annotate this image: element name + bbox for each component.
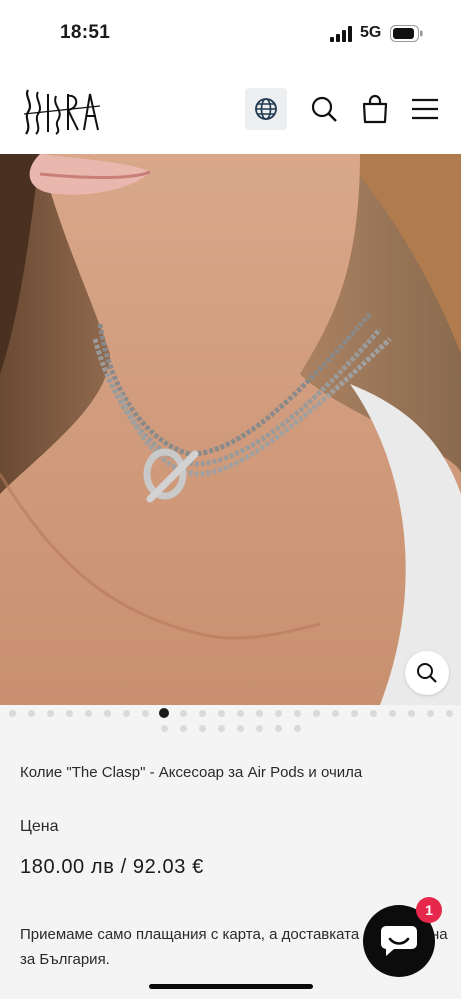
gallery-dot[interactable] xyxy=(445,709,453,717)
home-indicator xyxy=(149,984,313,989)
globe-icon xyxy=(255,98,277,120)
product-price: 180.00 лв / 92.03 € xyxy=(20,856,204,878)
status-bar: 18:51 5G xyxy=(0,0,461,70)
gallery-dot[interactable] xyxy=(293,725,301,732)
gallery-dot[interactable] xyxy=(103,709,111,717)
gallery-dot[interactable] xyxy=(369,709,377,717)
brand-logo[interactable] xyxy=(22,86,102,143)
gallery-dot[interactable] xyxy=(350,709,358,717)
gallery-dot[interactable] xyxy=(122,709,130,717)
gallery-dot[interactable] xyxy=(312,709,320,717)
gallery-dot[interactable] xyxy=(426,709,434,717)
menu-icon xyxy=(412,98,438,120)
status-time: 18:51 xyxy=(60,22,111,43)
gallery-dot[interactable] xyxy=(198,709,206,717)
gallery-dot[interactable] xyxy=(331,709,339,717)
gallery-dot[interactable] xyxy=(159,708,169,718)
product-title: Колие "The Clasp" - Аксесоар за Air Pods… xyxy=(20,764,363,781)
chat-icon xyxy=(381,926,417,956)
zoom-button[interactable] xyxy=(405,651,449,695)
gallery-dots-row-2 xyxy=(0,725,461,735)
gallery-dot[interactable] xyxy=(217,709,225,717)
gallery-dots xyxy=(0,708,461,718)
gallery-dot[interactable] xyxy=(27,709,35,717)
gallery-dot[interactable] xyxy=(46,709,54,717)
gallery-dot[interactable] xyxy=(84,709,92,717)
gallery-dot[interactable] xyxy=(407,709,415,717)
battery-icon xyxy=(390,25,423,42)
zoom-icon xyxy=(417,663,437,683)
gallery-dot[interactable] xyxy=(217,725,225,732)
language-button[interactable] xyxy=(245,88,287,130)
gallery-dot[interactable] xyxy=(179,709,187,717)
gallery-dot[interactable] xyxy=(255,709,263,717)
search-button[interactable] xyxy=(303,88,345,130)
gallery-dot[interactable] xyxy=(236,725,244,732)
gallery-dot[interactable] xyxy=(179,725,187,732)
menu-button[interactable] xyxy=(404,88,446,130)
search-icon xyxy=(311,96,337,122)
signal-icon xyxy=(330,26,352,42)
gallery-dot[interactable] xyxy=(160,725,168,732)
gallery-dot[interactable] xyxy=(274,709,282,717)
gallery-dot[interactable] xyxy=(236,709,244,717)
bag-icon xyxy=(362,94,388,124)
gallery-dot[interactable] xyxy=(255,725,263,732)
product-image[interactable] xyxy=(0,154,461,705)
price-label: Цена xyxy=(20,818,59,835)
network-type: 5G xyxy=(360,24,382,41)
site-header xyxy=(0,70,461,154)
gallery-dot[interactable] xyxy=(274,725,282,732)
chat-badge: 1 xyxy=(416,897,442,923)
gallery-dot[interactable] xyxy=(65,709,73,717)
gallery-dot[interactable] xyxy=(293,709,301,717)
gallery-dot[interactable] xyxy=(141,709,149,717)
gallery-dot[interactable] xyxy=(388,709,396,717)
gallery-dot[interactable] xyxy=(8,709,16,717)
cart-button[interactable] xyxy=(354,88,396,130)
gallery-dot[interactable] xyxy=(198,725,206,732)
